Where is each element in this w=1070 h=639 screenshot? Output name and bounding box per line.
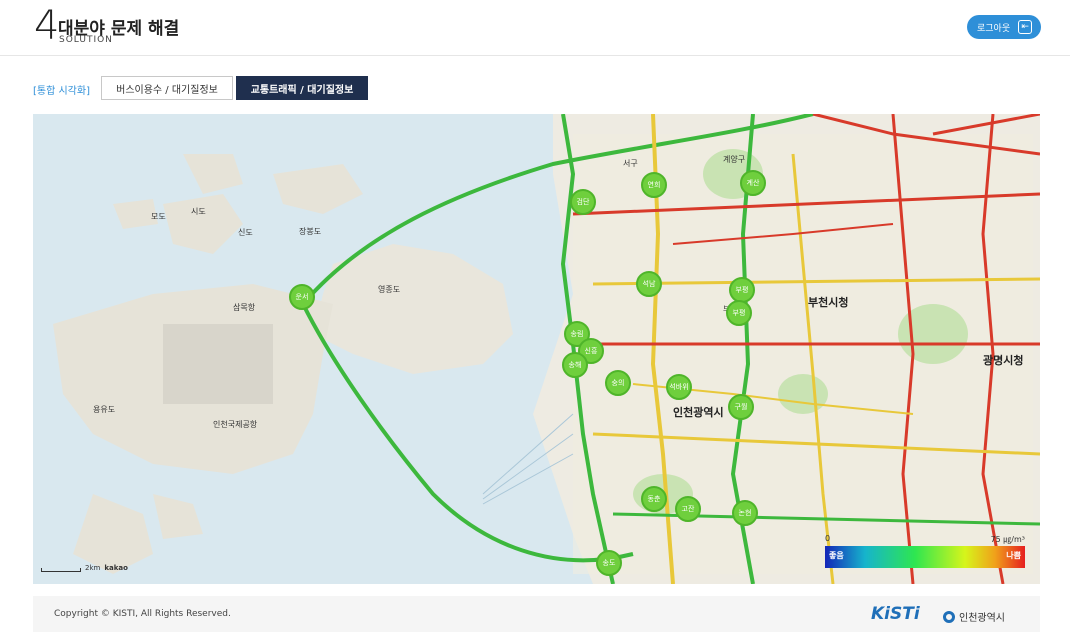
station-marker[interactable]: 검단	[570, 189, 596, 215]
air-quality-legend: 0 75 ㎍/m³ 좋음 나쁨	[825, 534, 1025, 570]
map-label-gwangmyeong: 광명시청	[983, 354, 1024, 367]
page: 4 대분야 문제 해결 SOLUTION 로그아웃 ⇤ [통합 시각화] 버스이…	[0, 0, 1070, 639]
scale-bar	[41, 568, 81, 572]
incheon-logo-text: 인천광역시	[959, 613, 1005, 624]
incheon-mark-icon	[943, 610, 955, 623]
station-marker[interactable]: 운서	[289, 284, 315, 310]
header: 4 대분야 문제 해결 SOLUTION 로그아웃 ⇤	[0, 0, 1070, 56]
map-label-incheon: 인천광역시	[673, 406, 724, 419]
footer: Copyright © KISTI, All Rights Reserved. …	[33, 596, 1040, 632]
map-label-gyeyang: 계양구	[723, 155, 746, 164]
map-label-modo: 모도	[151, 212, 166, 221]
station-marker[interactable]: 논현	[732, 500, 758, 526]
tab-group-label: [통합 시각화]	[33, 86, 90, 97]
map-label-jangbong: 장봉도	[299, 227, 322, 236]
map-provider: kakao	[104, 564, 128, 572]
incheon-logo: 인천광역시	[943, 609, 1005, 624]
section-number: 4	[34, 3, 60, 49]
station-marker[interactable]: 숭의	[605, 370, 631, 396]
station-marker[interactable]: 석남	[636, 271, 662, 297]
legend-good: 좋음	[829, 551, 844, 560]
map-label-airport: 인천국제공항	[213, 420, 258, 429]
logout-label: 로그아웃	[977, 23, 1011, 34]
legend-bad: 나쁨	[1006, 551, 1021, 560]
map-canvas	[53, 114, 1040, 584]
map-label-seogu: 서구	[623, 159, 638, 168]
station-marker[interactable]: 석바위	[666, 374, 692, 400]
copyright-text: Copyright © KISTI, All Rights Reserved.	[54, 609, 231, 619]
map-view[interactable]: 인천광역시 부천시청 광명시청 영종도 인천국제공항 삼목항 신도 모도 시도 …	[33, 114, 1040, 584]
legend-unit: 75 ㎍/m³	[990, 535, 1025, 544]
tab-traffic-air[interactable]: 교통트래픽 / 대기질정보	[236, 76, 368, 100]
station-marker[interactable]: 송해	[562, 352, 588, 378]
scale-label: 2km	[85, 564, 101, 572]
map-label-sido: 시도	[191, 207, 206, 216]
map-label-yongyudo: 용유도	[93, 405, 116, 414]
logout-button[interactable]: 로그아웃 ⇤	[967, 15, 1041, 39]
station-marker[interactable]: 부평	[726, 300, 752, 326]
station-marker[interactable]: 연희	[641, 172, 667, 198]
station-marker[interactable]: 계산	[740, 170, 766, 196]
map-scale: 2km kakao	[41, 564, 128, 572]
station-marker[interactable]: 송도	[596, 550, 622, 576]
station-marker[interactable]: 고잔	[675, 496, 701, 522]
legend-gradient	[825, 546, 1025, 568]
logout-icon: ⇤	[1018, 20, 1033, 34]
tab-bus-air[interactable]: 버스이용수 / 대기질정보	[101, 76, 233, 100]
map-label-yeongjong: 영종도	[378, 285, 401, 294]
station-marker[interactable]: 동춘	[641, 486, 667, 512]
station-marker[interactable]: 구월	[728, 394, 754, 420]
map-label-sammok: 삼목항	[233, 303, 256, 312]
kisti-logo: KiSTi	[871, 604, 920, 624]
station-marker[interactable]: 부평	[729, 277, 755, 303]
page-subtitle: SOLUTION	[59, 35, 113, 45]
map-label-bucheon: 부천시청	[808, 296, 849, 309]
legend-zero: 0	[825, 534, 831, 543]
map-label-sindo: 신도	[238, 228, 253, 237]
